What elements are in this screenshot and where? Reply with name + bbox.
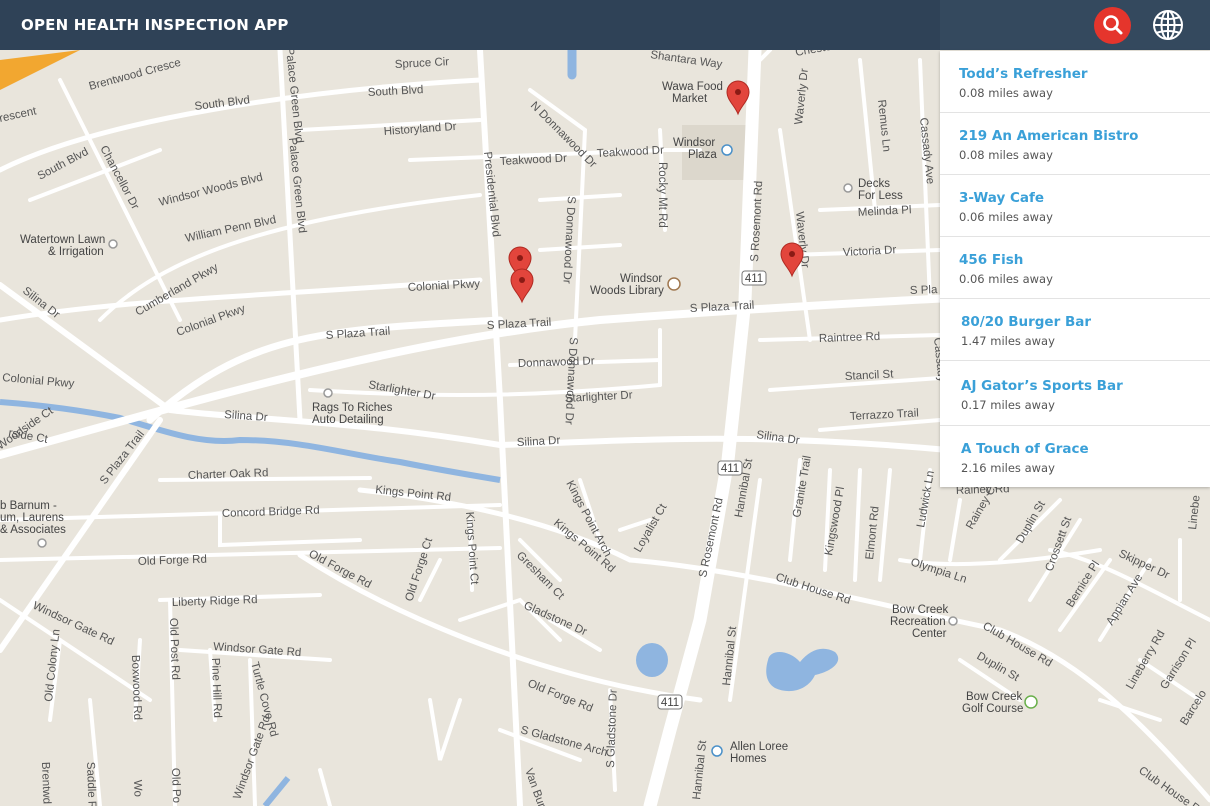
place-label: Woods Library xyxy=(590,285,664,297)
place-label: Decks xyxy=(858,178,890,190)
street-label: Boxwood Rd xyxy=(129,655,143,721)
result-name[interactable]: AJ Gator’s Sports Bar xyxy=(961,378,1123,394)
result-item[interactable]: AJ Gator’s Sports Bar 0.17 miles away xyxy=(940,361,1210,426)
place-label: Plaza xyxy=(688,149,717,161)
place-label: Bow Creek xyxy=(966,691,1022,703)
result-distance: 0.06 miles away xyxy=(959,272,1053,286)
place-label: Wawa Food xyxy=(662,81,723,93)
result-item[interactable]: 219 An American Bistro 0.08 miles away xyxy=(940,113,1210,175)
place-label: Market xyxy=(672,93,708,105)
route-number: 411 xyxy=(745,273,763,285)
result-distance: 0.06 miles away xyxy=(959,210,1053,224)
result-name[interactable]: 3-Way Cafe xyxy=(959,190,1044,206)
street-label: Raintree Rd xyxy=(819,331,881,345)
street-label: S Pla xyxy=(910,284,938,297)
place-label: Center xyxy=(912,628,947,640)
route-number: 411 xyxy=(661,697,679,709)
result-name[interactable]: A Touch of Grace xyxy=(961,441,1089,457)
place-label: Allen Loree xyxy=(730,741,788,753)
street-label: Pine Hill Rd xyxy=(209,658,223,718)
globe-icon xyxy=(1153,10,1183,40)
street-label: Wo xyxy=(131,780,144,797)
place-label: Recreation xyxy=(890,616,946,628)
result-item[interactable]: 80/20 Burger Bar 1.47 miles away xyxy=(940,299,1210,361)
street-label: Old Post Rd xyxy=(167,618,181,680)
place-label: Windsor xyxy=(673,137,715,149)
result-distance: 0.08 miles away xyxy=(959,86,1053,100)
top-bar-actions xyxy=(940,0,1210,50)
result-name[interactable]: 219 An American Bistro xyxy=(959,128,1138,144)
result-item[interactable]: 456 Fish 0.06 miles away xyxy=(940,237,1210,299)
place-label: Bow Creek xyxy=(892,604,948,616)
place-label: Homes xyxy=(730,753,767,765)
place-label: & Associates xyxy=(0,524,66,536)
poi-icon xyxy=(323,388,333,398)
place-label: Rags To Riches xyxy=(312,402,393,414)
globe-button[interactable] xyxy=(1150,6,1186,42)
result-item[interactable]: Todd’s Refresher 0.08 miles away xyxy=(940,51,1210,113)
pond xyxy=(636,643,668,677)
result-item[interactable]: A Touch of Grace 2.16 miles away xyxy=(940,426,1210,487)
shopping-icon xyxy=(721,144,733,156)
result-distance: 0.08 miles away xyxy=(959,148,1053,162)
poi-icon xyxy=(843,183,853,193)
place-label: Watertown Lawn xyxy=(20,234,105,246)
street-label: Rocky Mt Rd xyxy=(656,162,668,228)
place-label: & Irrigation xyxy=(48,246,104,258)
place-label: For Less xyxy=(858,190,903,202)
search-button[interactable] xyxy=(1094,7,1131,44)
place-label: Windsor xyxy=(620,273,662,285)
route-number: 411 xyxy=(721,463,739,475)
result-name[interactable]: Todd’s Refresher xyxy=(959,66,1088,82)
result-distance: 0.17 miles away xyxy=(961,398,1055,412)
place-label: um, Laurens xyxy=(0,512,64,524)
place-label: Golf Course xyxy=(962,703,1023,715)
poi-icon xyxy=(108,239,118,249)
shopping-icon xyxy=(711,745,723,757)
result-distance: 2.16 miles away xyxy=(961,461,1055,475)
library-icon xyxy=(667,277,681,291)
results-panel: Todd’s Refresher 0.08 miles away 219 An … xyxy=(940,51,1210,487)
street-label: Old Forge Rd xyxy=(138,554,207,568)
street-label: Silina Dr xyxy=(517,435,561,449)
poi-icon xyxy=(37,538,47,548)
street-label: Brentwd xyxy=(39,762,52,805)
result-distance: 1.47 miles away xyxy=(961,334,1055,348)
result-item[interactable]: 3-Way Cafe 0.06 miles away xyxy=(940,175,1210,237)
place-label: Auto Detailing xyxy=(312,414,384,426)
result-name[interactable]: 456 Fish xyxy=(959,252,1023,268)
street-label: Old Po xyxy=(169,768,182,804)
result-name[interactable]: 80/20 Burger Bar xyxy=(961,314,1091,330)
app-title: OPEN HEALTH INSPECTION APP xyxy=(21,16,289,34)
top-bar: OPEN HEALTH INSPECTION APP xyxy=(0,0,940,50)
street-label: Saddle R xyxy=(84,762,98,806)
place-label: b Barnum - xyxy=(0,500,57,512)
search-icon xyxy=(1103,15,1123,35)
golf-icon xyxy=(1024,695,1038,709)
poi-icon xyxy=(948,616,958,626)
